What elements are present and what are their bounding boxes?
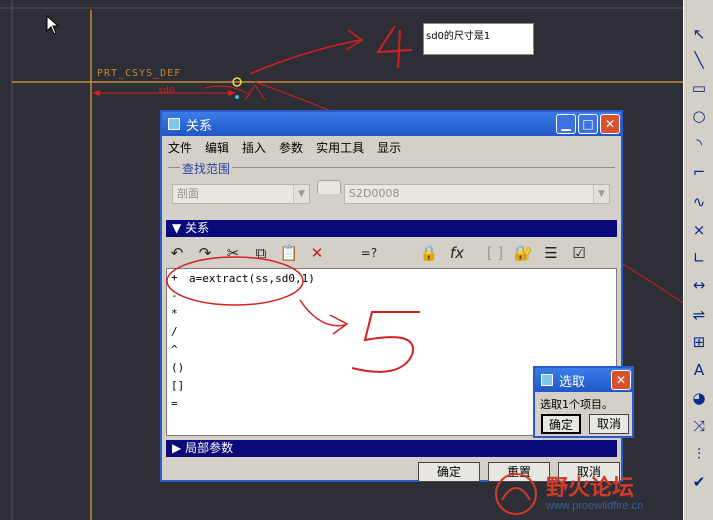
operator-minus[interactable]: - (171, 289, 178, 302)
relations-titlebar[interactable]: 关系 (162, 112, 621, 136)
centerline-icon[interactable]: ∟ (689, 248, 709, 268)
collapse-icon: ▼ (172, 221, 182, 235)
copy-icon[interactable]: ⧉ (250, 242, 272, 264)
ok-button[interactable]: 确定 (418, 462, 480, 482)
lock-icon[interactable]: 🔐 (512, 242, 534, 264)
menu-parameters[interactable]: 参数 (279, 139, 303, 156)
relation-code[interactable]: a=extract(ss,sd0,1) (189, 272, 315, 285)
menu-bar: 文件 编辑 插入 参数 实用工具 显示 (162, 136, 621, 158)
operator-brackets[interactable]: [] (171, 379, 184, 392)
lookup-type-value: 剖面 (177, 187, 199, 200)
relations-title: 关系 (186, 118, 213, 134)
bracket-icon[interactable]: [ ] (484, 242, 506, 264)
select-ok-label: 确定 (548, 418, 573, 432)
window-icon (541, 374, 553, 386)
check-icon[interactable]: ✔ (689, 472, 709, 492)
line-icon[interactable]: ╲ (689, 50, 709, 70)
lookup-name-value: S2D0008 (349, 187, 400, 200)
menu-utilities[interactable]: 实用工具 (316, 139, 364, 156)
fillet-icon[interactable]: ⌐ (689, 162, 709, 182)
group-divider (168, 167, 615, 168)
function-icon[interactable]: fx (446, 242, 468, 264)
units-icon[interactable]: 🔒 (418, 242, 440, 264)
menu-insert[interactable]: 插入 (242, 139, 266, 156)
pick-tab-button[interactable] (317, 180, 341, 194)
constraint-icon[interactable]: ⊞ (689, 332, 709, 352)
minimize-button[interactable]: ▁ (556, 114, 576, 134)
sketch-toolbar: ↖ ╲ ▭ ○ ◝ ⌐ ∿ × ∟ ↔ ⇌ ⊞ A ◕ ⤨ ⫶ ✔ (683, 0, 713, 520)
operator-column: + - * / ^ () [] = (167, 269, 185, 435)
select-cancel-label: 取消 (596, 417, 621, 431)
mirror-icon[interactable]: ⫶ (689, 444, 709, 464)
select-title: 选取 (559, 374, 586, 390)
operator-equals[interactable]: = (171, 397, 178, 410)
watermark-url: www.proewildfire.cn (546, 500, 644, 512)
select-arrow-icon[interactable]: ↖ (689, 24, 709, 44)
menu-display[interactable]: 显示 (377, 139, 401, 156)
lookup-group-label: 查找范围 (180, 160, 233, 177)
cut-icon[interactable]: ✂ (222, 242, 244, 264)
menu-edit[interactable]: 编辑 (205, 139, 229, 156)
rectangle-icon[interactable]: ▭ (689, 78, 709, 98)
arc-icon[interactable]: ◝ (689, 134, 709, 154)
select-message: 选取1个项目。 (540, 398, 613, 411)
sort-icon[interactable]: ☰ (540, 242, 562, 264)
watermark-text: 野火论坛 (546, 476, 635, 501)
csys-label: PRT_CSYS_DEF (97, 68, 182, 79)
close-button[interactable]: ✕ (600, 114, 620, 134)
undo-icon[interactable]: ↶ (166, 242, 188, 264)
select-cancel-button[interactable]: 取消 (589, 414, 629, 434)
point-icon[interactable]: × (689, 220, 709, 240)
operator-power[interactable]: ^ (171, 343, 178, 356)
menu-file[interactable]: 文件 (168, 139, 192, 156)
dimension-icon[interactable]: ↔ (689, 275, 709, 295)
modify-icon[interactable]: ⇌ (689, 305, 709, 325)
operator-multiply[interactable]: * (171, 307, 178, 320)
delete-icon[interactable]: ✕ (306, 242, 328, 264)
watermark-logo (495, 473, 537, 515)
paste-icon[interactable]: 📋 (278, 242, 300, 264)
relations-section-label: 关系 (185, 221, 210, 235)
local-params-label: 局部参数 (185, 441, 234, 455)
lookup-type-select[interactable]: 剖面 ▼ (172, 184, 310, 204)
text-icon[interactable]: A (689, 360, 709, 380)
window-icon (168, 118, 180, 130)
mouse-cursor-icon (46, 15, 60, 35)
select-ok-button[interactable]: 确定 (541, 414, 581, 434)
operator-plus[interactable]: + (171, 271, 178, 284)
trim-icon[interactable]: ⤨ (689, 416, 709, 436)
redo-icon[interactable]: ↷ (194, 242, 216, 264)
lookup-name-select[interactable]: S2D0008 ▼ (344, 184, 610, 204)
verify-icon[interactable]: ☑ (568, 242, 590, 264)
evaluate-label: =? (360, 246, 378, 260)
spline-icon[interactable]: ∿ (689, 192, 709, 212)
note-text: sd0的尺寸是1 (426, 31, 491, 42)
note-box: sd0的尺寸是1 (423, 23, 534, 55)
chevron-down-icon: ▼ (293, 185, 309, 203)
expand-icon: ▶ (172, 441, 182, 455)
operator-parens[interactable]: () (171, 361, 184, 374)
dimension-label[interactable]: sd0 (158, 86, 174, 96)
maximize-button[interactable]: □ (578, 114, 598, 134)
evaluate-button[interactable]: =? (358, 242, 380, 264)
operator-divide[interactable]: / (171, 325, 178, 338)
circle-icon[interactable]: ○ (689, 106, 709, 126)
palette-icon[interactable]: ◕ (689, 388, 709, 408)
select-close-button[interactable]: ✕ (611, 370, 631, 390)
chevron-down-icon: ▼ (593, 185, 609, 203)
ok-label: 确定 (436, 465, 461, 479)
relations-section-header[interactable]: ▼ 关系 (166, 220, 617, 237)
select-dialog: 选取 ✕ 选取1个项目。 确定 取消 (533, 366, 634, 438)
forum-watermark: 野火论坛 www.proewildfire.cn (488, 470, 688, 518)
local-params-section-header[interactable]: ▶ 局部参数 (166, 440, 617, 457)
